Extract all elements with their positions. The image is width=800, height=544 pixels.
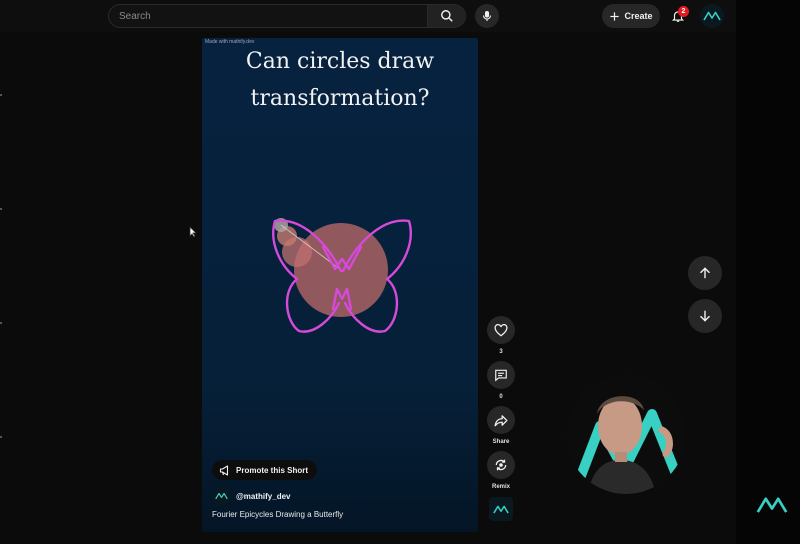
headline-line-1: Can circles draw (245, 49, 435, 74)
like-count: 3 (499, 349, 503, 355)
mathify-logo (214, 492, 228, 500)
remix-button[interactable] (487, 451, 515, 479)
edge-marker (0, 208, 2, 210)
like-button[interactable] (487, 316, 515, 344)
short-title: Fourier Epicycles Drawing a Butterfly (212, 510, 344, 519)
arrow-up-icon (700, 267, 710, 279)
mic-icon (482, 10, 492, 21)
comment-icon (495, 369, 507, 382)
edge-marker (0, 322, 2, 324)
mathify-logo (703, 11, 721, 21)
search-button[interactable] (427, 5, 465, 27)
previous-short-button[interactable] (688, 256, 722, 290)
mouse-cursor (189, 226, 197, 238)
action-bar: 3 0 Share Remix (486, 316, 516, 521)
create-button[interactable]: Create (602, 4, 660, 28)
search-box (108, 4, 466, 28)
promote-label: Promote this Short (236, 465, 309, 475)
channel-info[interactable]: @mathify_dev (212, 487, 290, 505)
remix-icon (495, 459, 507, 471)
search-input[interactable] (109, 5, 427, 27)
edge-marker (0, 436, 2, 438)
account-avatar[interactable] (700, 4, 724, 28)
create-label: Create (624, 11, 653, 21)
sound-thumbnail[interactable] (489, 497, 513, 521)
remix-label: Remix (491, 484, 510, 490)
arrow-down-icon (700, 310, 710, 322)
top-bar: Create 2 (0, 0, 736, 32)
like-icon (494, 323, 508, 337)
promote-short-button[interactable]: Promote this Short (212, 460, 318, 480)
headline-line-2: transformation? (250, 86, 430, 111)
next-short-button[interactable] (688, 299, 722, 333)
channel-avatar[interactable] (212, 487, 230, 505)
search-icon (440, 10, 453, 22)
voice-search-button[interactable] (475, 4, 499, 28)
notification-badge: 2 (678, 6, 689, 17)
butterfly-epicycle-drawing (272, 218, 412, 333)
presenter-video (566, 374, 686, 494)
video-headline: Can circles draw transformation? (202, 43, 478, 117)
edge-marker (0, 94, 2, 96)
mathify-corner-logo (756, 497, 788, 513)
channel-handle[interactable]: @mathify_dev (236, 492, 290, 501)
share-button[interactable] (487, 406, 515, 434)
short-video-player[interactable]: Made with mathify.dev Can circles draw t… (202, 38, 478, 532)
presenter-webcam-overlay (566, 374, 686, 494)
comment-count: 0 (499, 394, 503, 400)
comment-button[interactable] (487, 361, 515, 389)
share-icon (494, 414, 508, 426)
megaphone-icon (219, 464, 229, 476)
right-dark-margin (736, 0, 800, 544)
share-label: Share (492, 439, 510, 445)
mathify-logo (493, 505, 509, 513)
plus-icon (610, 11, 620, 21)
